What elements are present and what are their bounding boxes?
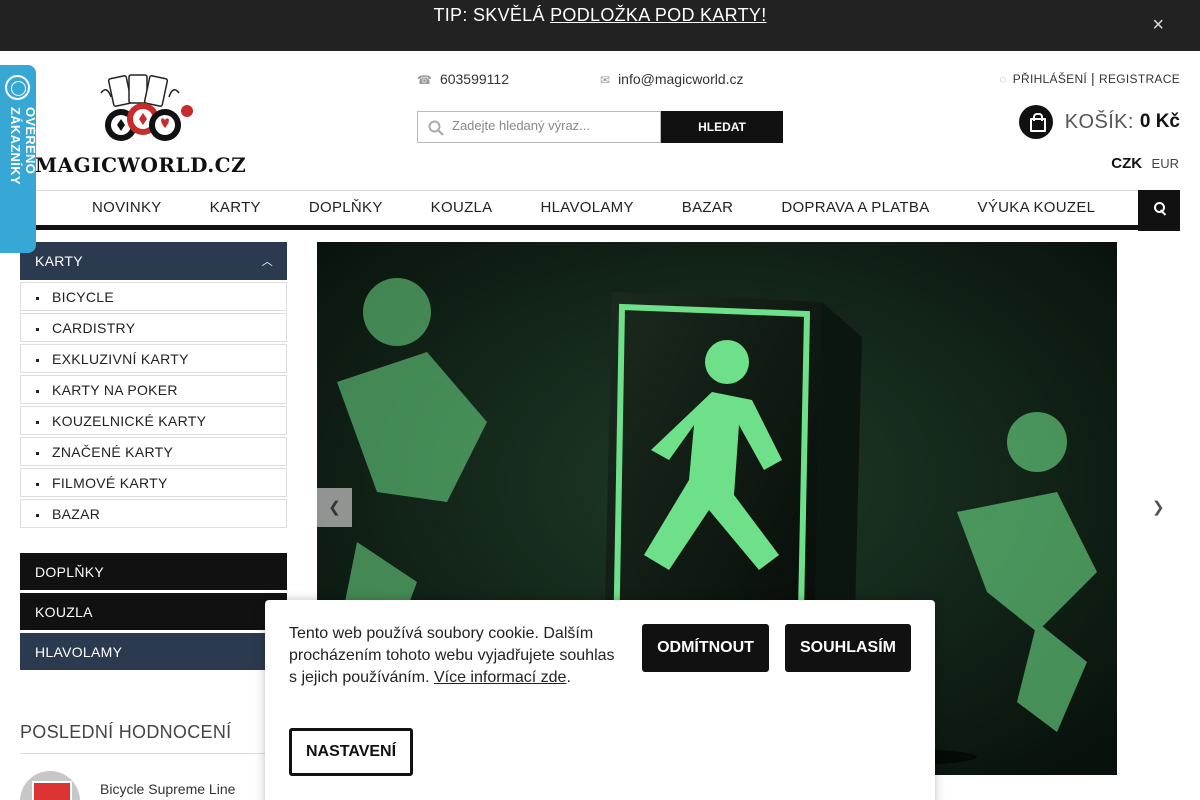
nav-item-karty[interactable]: KARTY [210,191,261,225]
review-product-name[interactable]: Bicycle Supreme Line [100,781,235,797]
sidebar-item-filmove[interactable]: FILMOVÉ KARTY [20,468,287,497]
sidebar-item-bazar[interactable]: BAZAR [20,499,287,528]
login-link[interactable]: PŘIHLÁŠENÍ [1013,72,1087,86]
main-navigation: ⌂ NOVINKY KARTY DOPLŇKY KOUZLA HLAVOLAMY… [20,190,1180,231]
nav-list: NOVINKY KARTY DOPLŇKY KOUZLA HLAVOLAMY B… [92,191,1143,225]
phone-contact[interactable]: ☎ 603599112 [417,71,509,87]
verified-tab-label: OVĚŘENO ZÁKAZNÍKY [8,107,38,185]
search-icon [428,120,444,136]
currency-czk[interactable]: CZK [1111,155,1142,172]
sidebar-category-kouzla[interactable]: KOUZLA [20,593,287,630]
verified-seal-icon [5,75,30,100]
nav-item-bazar[interactable]: BAZAR [682,191,734,225]
sidebar-category-hlavolamy[interactable]: HLAVOLAMY [20,633,287,670]
cart[interactable]: KOŠÍK: 0 Kč [1018,105,1180,139]
account-separator: | [1091,70,1095,86]
search-input[interactable] [452,118,652,133]
cookie-more-link[interactable]: Více informací zde [434,669,567,686]
email-address: info@magicworld.cz [618,71,744,87]
currency-eur[interactable]: EUR [1152,156,1179,171]
phone-number: 603599112 [439,71,509,87]
account-links: ◌ PŘIHLÁŠENÍ | REGISTRACE [999,70,1180,86]
register-link[interactable]: REGISTRACE [1099,72,1180,86]
nav-item-novinky[interactable]: NOVINKY [92,191,162,225]
search-form: HLEDAT [417,111,783,143]
phone-icon: ☎ [417,73,432,87]
search-field[interactable] [417,111,661,143]
promo-bar: TIP: SKVĚLÁ PODLOŽKA POD KARTY! × [0,0,1200,51]
logo-text: MAGICWORLD.CZ [35,153,247,177]
email-contact[interactable]: ✉ info@magicworld.cz [600,71,744,87]
nav-item-doplnky[interactable]: DOPLŇKY [309,191,383,225]
cookie-period: . [566,669,571,686]
cookie-settings-button[interactable]: NASTAVENÍ [289,728,413,776]
sidebar-item-znacene[interactable]: ZNAČENÉ KARTY [20,437,287,466]
currency-switcher: CZK EUR [1111,155,1179,173]
cookie-accept-button[interactable]: SOUHLASÍM [785,624,911,672]
sidebar-item-poker[interactable]: KARTY NA POKER [20,375,287,404]
slider-prev-arrow-icon[interactable]: ❮ [317,488,352,527]
slider-next-arrow-icon[interactable]: ❯ [1152,498,1165,516]
nav-item-doprava[interactable]: DOPRAVA A PLATBA [781,191,929,225]
sidebar-category-label: KARTY [35,253,83,269]
sidebar-item-cardistry[interactable]: CARDISTRY [20,313,287,342]
cookie-consent-dialog: Tento web používá soubory cookie. Dalším… [265,600,935,800]
promo-link[interactable]: PODLOŽKA POD KARTY! [550,5,766,25]
sidebar-subcategories: BICYCLE CARDISTRY EXKLUZIVNÍ KARTY KARTY… [20,282,287,530]
nav-item-kouzla[interactable]: KOUZLA [431,191,493,225]
cart-amount: 0 Kč [1139,111,1180,132]
reviews-heading: POSLEDNÍ HODNOCENÍ [20,722,270,754]
cookie-reject-button[interactable]: ODMÍTNOUT [642,624,769,672]
logo-emblem-icon [100,74,193,141]
user-icon: ◌ [999,72,1007,86]
site-logo[interactable]: MAGICWORLD.CZ [35,73,247,183]
sidebar-item-kouzelnicke[interactable]: KOUZELNICKÉ KARTY [20,406,287,435]
close-icon[interactable]: × [1152,14,1164,37]
review-product-image[interactable] [20,771,80,800]
shopping-bag-icon [1018,105,1053,139]
sidebar-category-karty[interactable]: KARTY ︿ [20,242,287,280]
chevron-up-icon: ︿ [261,256,273,268]
search-button[interactable]: HLEDAT [661,111,783,143]
cart-label: KOŠÍK: [1064,110,1134,133]
sidebar-item-exkluzivni[interactable]: EXKLUZIVNÍ KARTY [20,344,287,373]
nav-item-hlavolamy[interactable]: HLAVOLAMY [541,191,634,225]
sidebar-item-bicycle[interactable]: BICYCLE [20,282,287,311]
sidebar-category-doplnky[interactable]: DOPLŇKY [20,553,287,590]
verified-reviews-tab[interactable]: OVĚŘENO ZÁKAZNÍKY [0,65,38,253]
promo-text: TIP: SKVĚLÁ PODLOŽKA POD KARTY! [0,5,1200,26]
nav-item-vyuka[interactable]: VÝUKA KOUZEL [978,191,1096,225]
promo-prefix: TIP: SKVĚLÁ [433,5,551,25]
cookie-message: Tento web používá soubory cookie. Dalším… [289,623,619,689]
envelope-icon: ✉ [600,73,611,87]
nav-search-icon[interactable] [1138,190,1180,231]
